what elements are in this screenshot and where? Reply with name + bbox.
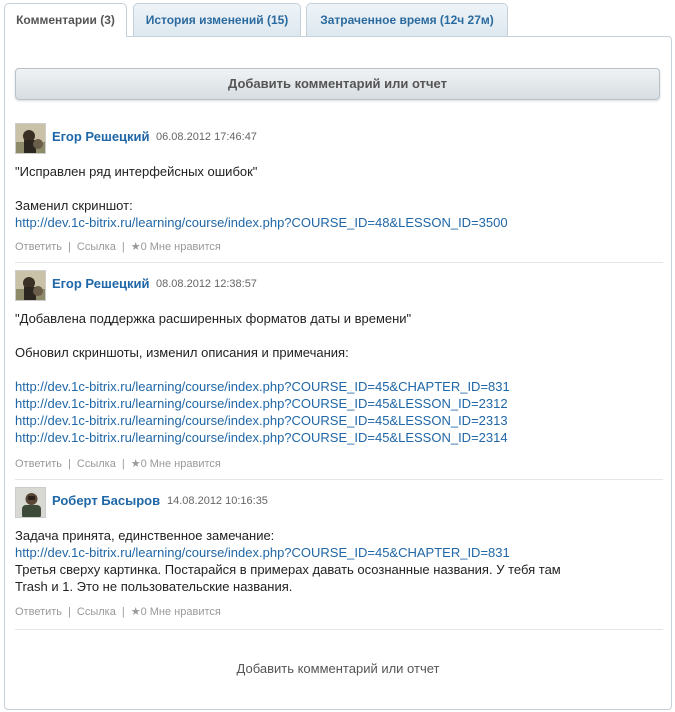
star-icon: ★ (130, 241, 141, 253)
star-icon: ★ (130, 458, 141, 470)
comment-link[interactable]: http://dev.1c-bitrix.ru/learning/course/… (15, 430, 508, 445)
comment-text: Третья сверху картинка. Постарайся в при… (15, 562, 561, 577)
comment-link[interactable]: http://dev.1c-bitrix.ru/learning/course/… (15, 379, 510, 394)
comment-link[interactable]: http://dev.1c-bitrix.ru/learning/course/… (15, 413, 508, 428)
reply-link[interactable]: Ответить (15, 458, 62, 470)
bottom-add-comment-link[interactable]: Добавить комментарий или отчет (5, 661, 671, 676)
comment-date: 06.08.2012 17:46:47 (156, 131, 257, 143)
divider (15, 479, 663, 480)
comments-panel: Добавить комментарий или отчет Егор Реше… (4, 36, 672, 710)
add-comment-button[interactable]: Добавить комментарий или отчет (15, 68, 660, 100)
comment-link[interactable]: http://dev.1c-bitrix.ru/learning/course/… (15, 396, 508, 411)
comment-text: Заменил скриншот: (15, 198, 133, 213)
comment-text: "Исправлен ряд интерфейсных ошибок" (15, 164, 258, 179)
comment-item: Роберт Басыров 14.08.2012 10:16:35 Задач… (15, 487, 660, 627)
reply-link[interactable]: Ответить (15, 241, 62, 253)
divider (15, 262, 663, 263)
comment-actions: Ответить | Ссылка | ★0 Мне нравится (15, 457, 221, 470)
comment-actions: Ответить | Ссылка | ★0 Мне нравится (15, 605, 221, 618)
comment-actions: Ответить | Ссылка | ★0 Мне нравится (15, 240, 221, 253)
avatar[interactable] (15, 487, 46, 518)
comment-item: Егор Решецкий 08.08.2012 12:38:57 "Добав… (15, 270, 660, 480)
tab-time-spent[interactable]: Затраченное время (12ч 27м) (306, 3, 508, 36)
comment-text: "Добавлена поддержка расширенных формато… (15, 311, 412, 326)
comment-date: 14.08.2012 10:16:35 (167, 495, 268, 507)
like-button[interactable]: ★0 Мне нравится (131, 240, 221, 253)
author-name[interactable]: Роберт Басыров (52, 493, 160, 508)
comment-item: Егор Решецкий 06.08.2012 17:46:47 "Испра… (15, 123, 660, 263)
tab-history[interactable]: История изменений (15) (133, 3, 301, 36)
like-button[interactable]: ★0 Мне нравится (131, 457, 221, 470)
author-name[interactable]: Егор Решецкий (52, 129, 150, 144)
comment-link[interactable]: http://dev.1c-bitrix.ru/learning/course/… (15, 215, 508, 230)
comment-text: Задача принята, единственное замечание: (15, 528, 275, 543)
divider (15, 629, 663, 630)
like-button[interactable]: ★0 Мне нравится (131, 605, 221, 618)
comment-link[interactable]: http://dev.1c-bitrix.ru/learning/course/… (15, 545, 510, 560)
avatar[interactable] (15, 123, 46, 154)
tab-comments[interactable]: Комментарии (3) (4, 3, 127, 37)
reply-link[interactable]: Ответить (15, 606, 62, 618)
permalink-link[interactable]: Ссылка (77, 241, 116, 253)
comment-text: Обновил скриншоты, изменил описания и пр… (15, 345, 349, 360)
comment-text: Trash и 1. Это не пользовательские назва… (15, 579, 293, 594)
comment-date: 08.08.2012 12:38:57 (156, 278, 257, 290)
star-icon: ★ (130, 606, 141, 618)
author-name[interactable]: Егор Решецкий (52, 276, 150, 291)
permalink-link[interactable]: Ссылка (77, 458, 116, 470)
permalink-link[interactable]: Ссылка (77, 606, 116, 618)
avatar[interactable] (15, 270, 46, 301)
